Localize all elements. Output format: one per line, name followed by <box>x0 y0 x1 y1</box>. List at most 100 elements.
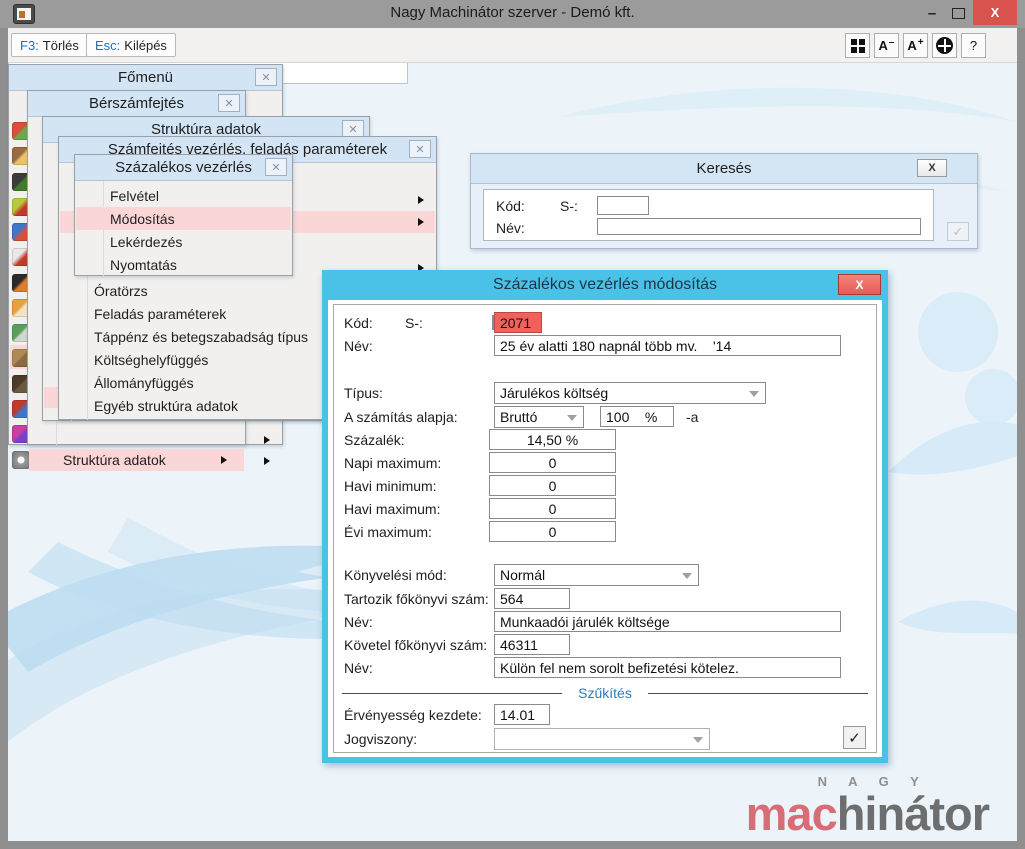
tartozik-input[interactable] <box>494 588 570 609</box>
font-increase-button[interactable]: A+ <box>903 33 928 58</box>
alapja-percent-input[interactable] <box>600 406 674 427</box>
menu-item-label: Óratörzs <box>94 283 148 299</box>
minimize-button[interactable]: – <box>920 0 944 26</box>
chevron-down-icon <box>567 415 577 421</box>
konyvelesi-value: Normál <box>500 567 545 583</box>
fomenu-close-icon[interactable]: ✕ <box>255 68 277 86</box>
menu-item-label: Táppénz és betegszabadság típus <box>94 329 308 345</box>
szazalek-input[interactable] <box>489 429 616 450</box>
berszamfejtes-title: Bérszámfejtés <box>89 95 184 112</box>
nev-label: Név: <box>344 338 373 354</box>
logo-machinator-text: machinátor <box>746 790 989 837</box>
kod-input[interactable] <box>494 312 542 333</box>
dialog-panel: Kód: S-: Név: Típus: Járulékos költség A… <box>333 304 877 753</box>
dialog-szazalekos-modositas: Százalékos vezérlés módosítás X Kód: S-:… <box>322 270 888 763</box>
delete-label: Törlés <box>43 38 79 53</box>
exit-key-label: Esc: <box>95 38 120 53</box>
tile-windows-button[interactable] <box>845 33 870 58</box>
fomenu-title: Főmenü <box>118 69 173 86</box>
menu-item-label: Lekérdezés <box>110 234 182 250</box>
szazalekos-close-icon[interactable]: ✕ <box>265 158 287 176</box>
szazalek-label: Százalék: <box>344 432 405 448</box>
delete-button[interactable]: F3: Törlés <box>11 33 88 57</box>
kereses-kod-label: Kód: <box>496 198 525 214</box>
kovetel-label: Követel főkönyvi szám: <box>344 637 487 653</box>
menu-item-lekerdezes[interactable]: Lekérdezés <box>76 230 291 253</box>
exit-button[interactable]: Esc: Kilépés <box>86 33 176 57</box>
havi-min-label: Havi minimum: <box>344 478 437 494</box>
tipus-label: Típus: <box>344 385 383 401</box>
kereses-title: Keresés <box>696 160 751 177</box>
havi-max-label: Havi maximum: <box>344 501 440 517</box>
szukites-label[interactable]: Szűkítés <box>562 685 648 701</box>
kereses-panel: Kód: S-: Név: <box>483 189 934 241</box>
ervenyesseg-input[interactable] <box>494 704 550 725</box>
tile-windows-icon <box>851 39 865 53</box>
tipus-combobox[interactable]: Járulékos költség <box>494 382 766 404</box>
close-button[interactable]: X <box>973 0 1017 25</box>
chevron-down-icon <box>693 737 703 743</box>
menu-item-label: Struktúra adatok <box>63 452 166 468</box>
konyvelesi-combobox[interactable]: Normál <box>494 564 699 586</box>
dialog-close-button[interactable]: X <box>838 274 881 295</box>
kereses-titlebar[interactable]: Keresés X <box>471 154 977 184</box>
help-button[interactable]: ? <box>961 33 986 58</box>
konyvelesi-label: Könyvelési mód: <box>344 567 447 583</box>
havi-min-input[interactable] <box>489 475 616 496</box>
fomenu-titlebar[interactable]: Főmenü ✕ <box>9 65 282 91</box>
alapja-suffix-label: -a <box>686 409 698 425</box>
window-kereses: Keresés X Kód: S-: Név: ✓ <box>470 153 978 249</box>
berszamfejtes-titlebar[interactable]: Bérszámfejtés ✕ <box>28 91 245 117</box>
window-szazalekos-vezerles: Százalékos vezérlés ✕ Felvétel Módosítás… <box>74 154 293 276</box>
szazalekos-body: Felvétel Módosítás Lekérdezés Nyomtatás <box>75 181 292 276</box>
kereses-ok-button[interactable]: ✓ <box>947 222 969 241</box>
dialog-body: Kód: S-: Név: Típus: Járulékos költség A… <box>328 300 882 757</box>
kovetel-nev-input[interactable] <box>494 657 841 678</box>
dialog-title: Százalékos vezérlés módosítás <box>322 270 888 300</box>
menu-item-modositas[interactable]: Módosítás <box>76 207 291 230</box>
berszamfejtes-close-icon[interactable]: ✕ <box>218 94 240 112</box>
kereses-nev-input[interactable] <box>597 218 921 235</box>
dialog-ok-button[interactable]: ✓ <box>843 726 866 749</box>
kovetel-input[interactable] <box>494 634 570 655</box>
tartozik-nev-input[interactable] <box>494 611 841 632</box>
menu-item-label: Módosítás <box>110 211 175 227</box>
jogviszony-label: Jogviszony: <box>344 731 417 747</box>
jogviszony-combobox[interactable] <box>494 728 710 750</box>
menu-item-struktura-adatok[interactable]: Struktúra adatok <box>29 449 244 471</box>
kereses-close-button[interactable]: X <box>917 159 947 177</box>
submenu-arrow-icon <box>264 436 270 444</box>
szukites-label-wrap: Szűkítés <box>334 685 876 701</box>
menu-item-nyomtatas[interactable]: Nyomtatás <box>76 253 291 276</box>
maximize-button[interactable] <box>946 0 970 26</box>
menu-item-label: Állományfüggés <box>94 375 194 391</box>
nev-input[interactable] <box>494 335 841 356</box>
delete-key-label: F3: <box>20 38 39 53</box>
submenu-arrow-icon <box>264 457 270 465</box>
menu-item-felvetel[interactable]: Felvétel <box>76 184 291 207</box>
navigation-button[interactable] <box>932 33 957 58</box>
napi-max-input[interactable] <box>489 452 616 473</box>
kereses-kod-input[interactable] <box>597 196 649 215</box>
szazalekos-titlebar[interactable]: Százalékos vezérlés ✕ <box>75 155 292 181</box>
submenu-arrow-icon <box>221 456 227 464</box>
alapja-label: A számítás alapja: <box>344 409 458 425</box>
tartozik-nev-label: Név: <box>344 614 373 630</box>
evi-max-label: Évi maximum: <box>344 524 432 540</box>
szamfejtes-close-icon[interactable]: ✕ <box>409 140 431 158</box>
exit-label: Kilépés <box>124 38 167 53</box>
alapja-combobox[interactable]: Bruttó <box>494 406 584 428</box>
tartozik-label: Tartozik főkönyvi szám: <box>344 591 489 607</box>
kereses-s-prefix: S-: <box>560 198 578 214</box>
chevron-down-icon <box>749 391 759 397</box>
napi-max-label: Napi maximum: <box>344 455 441 471</box>
window-title: Nagy Machinátor szerver - Demó kft. <box>0 4 1025 21</box>
navigation-icon <box>936 37 953 54</box>
s-prefix-label: S-: <box>405 315 423 331</box>
titlebar: Nagy Machinátor szerver - Demó kft. – X <box>0 0 1025 28</box>
menu-item-label: Költséghelyfüggés <box>94 352 208 368</box>
havi-max-input[interactable] <box>489 498 616 519</box>
font-decrease-button[interactable]: A– <box>874 33 899 58</box>
evi-max-input[interactable] <box>489 521 616 542</box>
kod-label: Kód: <box>344 315 373 331</box>
